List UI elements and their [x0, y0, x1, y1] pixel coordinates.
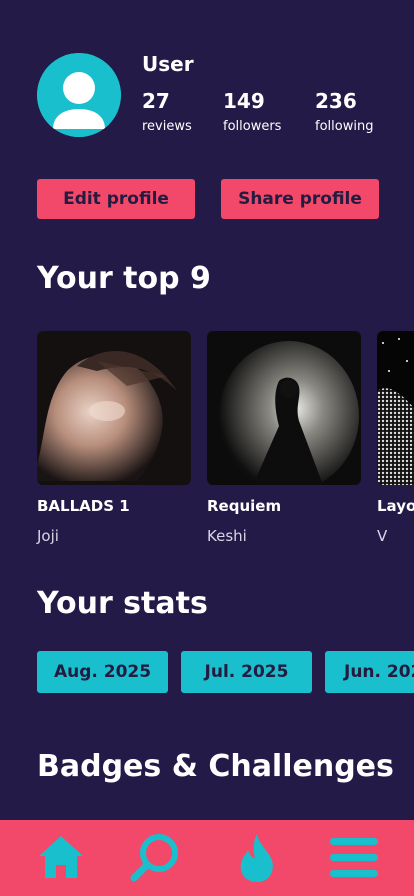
username: User: [142, 52, 194, 76]
album-cover: [37, 331, 191, 485]
avatar[interactable]: [37, 53, 121, 137]
album-cover: [207, 331, 361, 485]
album-title: Requiem: [207, 497, 282, 515]
album-cover: [377, 331, 414, 485]
album-artist: Joji: [37, 527, 59, 545]
stats-title: Your stats: [37, 586, 208, 621]
user-icon: [37, 53, 121, 137]
menu-icon: [330, 838, 378, 877]
bottom-nav: [0, 820, 414, 896]
home-icon: [39, 836, 83, 878]
album-card[interactable]: Layover V: [377, 331, 414, 545]
edit-profile-button[interactable]: Edit profile: [37, 179, 195, 219]
reviews-label: reviews: [142, 119, 192, 134]
followers-count: 149: [223, 89, 265, 113]
followers-label: followers: [223, 119, 282, 134]
stats-period-chip[interactable]: Jun. 2025: [325, 651, 414, 693]
reviews-stat[interactable]: 27 reviews: [142, 89, 192, 134]
search-icon: [130, 834, 178, 882]
followers-stat[interactable]: 149 followers: [223, 89, 281, 134]
fire-icon: [240, 834, 273, 882]
nav-home-button[interactable]: [35, 832, 87, 884]
following-stat[interactable]: 236 following: [315, 89, 373, 134]
album-card[interactable]: Requiem Keshi: [207, 331, 361, 545]
nav-trending-button[interactable]: [231, 832, 283, 884]
following-label: following: [315, 119, 374, 134]
album-artist: Keshi: [207, 527, 247, 545]
album-title: BALLADS 1: [37, 497, 130, 515]
album-title: Layover: [377, 497, 414, 515]
top9-title: Your top 9: [37, 261, 211, 296]
nav-menu-button[interactable]: [328, 832, 380, 884]
profile-page: User 27 reviews 149 followers 236 follow…: [0, 0, 414, 896]
badges-title: Badges & Challenges: [37, 749, 394, 784]
nav-search-button[interactable]: [129, 832, 181, 884]
stats-period-chip[interactable]: Jul. 2025: [181, 651, 312, 693]
following-count: 236: [315, 89, 357, 113]
album-card[interactable]: BALLADS 1 Joji: [37, 331, 191, 545]
stats-period-chip[interactable]: Aug. 2025: [37, 651, 168, 693]
share-profile-button[interactable]: Share profile: [221, 179, 379, 219]
album-artist: V: [377, 527, 388, 545]
reviews-count: 27: [142, 89, 170, 113]
